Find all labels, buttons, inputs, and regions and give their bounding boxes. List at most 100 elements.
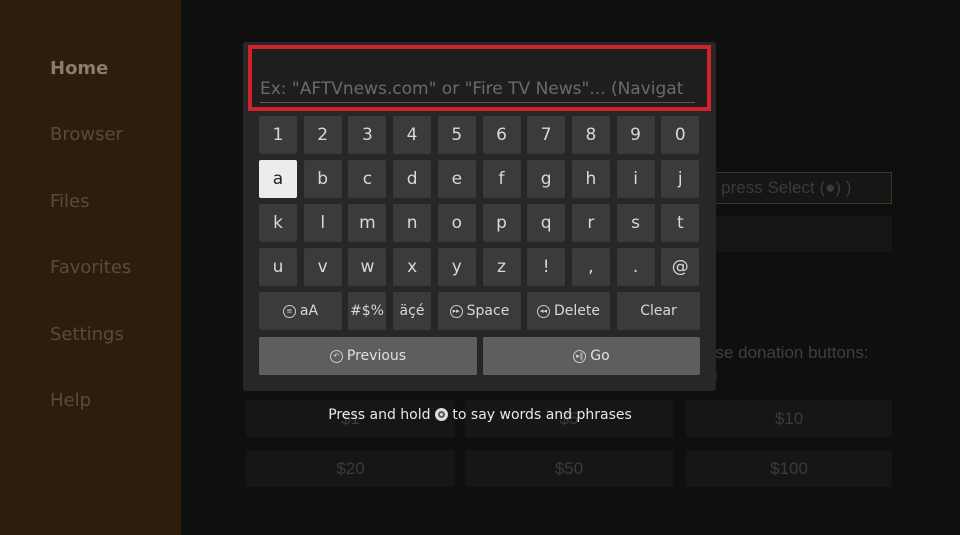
key-o[interactable]: o [437,204,476,242]
key-k[interactable]: k [259,204,297,242]
key-f[interactable]: f [482,160,521,198]
select-hint-box: u press Select (●) ) [700,172,892,204]
select-hint-text: u press Select (●) ) [707,178,852,197]
donation-button[interactable]: $50 [465,450,673,487]
key-y[interactable]: y [437,248,476,286]
key-p[interactable]: p [482,204,521,242]
key-![interactable]: ! [527,248,566,286]
key-3[interactable]: 3 [348,116,387,154]
key-u[interactable]: u [259,248,297,286]
key-4-label: 4 [406,125,418,145]
key-x[interactable]: x [393,248,432,286]
key-6[interactable]: 6 [482,116,521,154]
fast-forward-icon: ▸▸ [449,304,463,318]
key-q-label: q [540,213,552,233]
key-0[interactable]: 0 [661,116,700,154]
accents-key[interactable]: äçé [393,292,431,330]
key-!-label: ! [542,257,550,277]
key-4[interactable]: 4 [393,116,432,154]
key-,[interactable]: , [571,248,610,286]
symbols-key-label: #$% [350,303,384,319]
key-@[interactable]: @ [661,248,700,286]
key-j[interactable]: j [661,160,700,198]
key-h[interactable]: h [571,160,610,198]
key-g[interactable]: g [527,160,566,198]
key-p-label: p [496,213,507,233]
key-5[interactable]: 5 [437,116,476,154]
microphone-button-icon [434,408,448,421]
key-l[interactable]: l [303,204,342,242]
clear-key-label: Clear [640,303,677,319]
key-z[interactable]: z [482,248,521,286]
symbols-key[interactable]: #$% [348,292,386,330]
space-key-label: Space [466,303,510,319]
key-9-label: 9 [630,125,641,145]
key-6-label: 6 [496,125,507,145]
search-box[interactable] [248,45,711,111]
case-toggle-key[interactable]: ≡ aA [259,292,342,330]
key-m[interactable]: m [348,204,387,242]
donation-button[interactable]: $100 [686,450,892,487]
key-s[interactable]: s [616,204,655,242]
key-a[interactable]: a [259,160,297,198]
play-pause-icon: ▸‖ [573,349,587,363]
rewind-icon: ◂◂ [537,304,550,318]
key-v-label: v [317,257,328,277]
key-8[interactable]: 8 [571,116,610,154]
key-b-label: b [317,169,329,189]
key-8-label: 8 [585,125,597,145]
key-z-label: z [497,257,506,277]
key-g-label: g [540,169,552,189]
key-v[interactable]: v [303,248,342,286]
search-input[interactable] [260,75,695,103]
clear-key[interactable]: Clear [617,292,700,330]
donation-button[interactable]: $20 [246,450,455,487]
sidebar-item-files[interactable]: Files [50,191,90,212]
key-c[interactable]: c [348,160,387,198]
background-field [700,216,892,252]
key-9[interactable]: 9 [616,116,655,154]
go-button[interactable]: ▸‖ Go [483,337,700,375]
key-b[interactable]: b [303,160,342,198]
key-3-label: 3 [361,125,373,145]
key-u-label: u [272,257,284,277]
key-@-label: @ [671,257,689,277]
key-n[interactable]: n [393,204,432,242]
case-toggle-key-label: aA [299,303,319,319]
go-button-label: Go [590,348,610,364]
key-r-label: r [587,213,595,233]
key-y-label: y [451,257,462,277]
menu-icon: ≡ [282,304,296,318]
key-7-label: 7 [540,125,552,145]
sidebar-item-favorites[interactable]: Favorites [50,257,131,278]
voice-hint: Press and hold to say words and phrases [0,407,960,423]
sidebar-item-settings[interactable]: Settings [50,324,124,345]
hint-after: to say words and phrases [452,407,632,423]
key-,-label: , [588,257,594,277]
key-q[interactable]: q [527,204,566,242]
previous-button[interactable]: ↶ Previous [259,337,477,375]
sidebar: Home Browser Files Favorites Settings Help [0,0,181,535]
delete-key[interactable]: ◂◂ Delete [527,292,610,330]
key-.[interactable]: . [616,248,655,286]
key-7[interactable]: 7 [527,116,566,154]
key-e[interactable]: e [437,160,476,198]
key-r[interactable]: r [571,204,610,242]
key-k-label: k [273,213,283,233]
key-t[interactable]: t [661,204,700,242]
space-key[interactable]: ▸▸ Space [438,292,521,330]
key-h-label: h [585,169,597,189]
key-s-label: s [631,213,641,233]
sidebar-item-browser[interactable]: Browser [50,124,123,145]
key-o-label: o [451,213,462,233]
key-i[interactable]: i [616,160,655,198]
key-1[interactable]: 1 [259,116,297,154]
key-w[interactable]: w [348,248,387,286]
key-f-label: f [498,169,505,189]
accents-key-label: äçé [399,303,425,319]
sidebar-item-home[interactable]: Home [50,58,108,79]
key-2[interactable]: 2 [303,116,342,154]
donation-text: ase donation buttons: [706,343,869,362]
key-d[interactable]: d [393,160,432,198]
hint-before: Press and hold [328,407,431,423]
